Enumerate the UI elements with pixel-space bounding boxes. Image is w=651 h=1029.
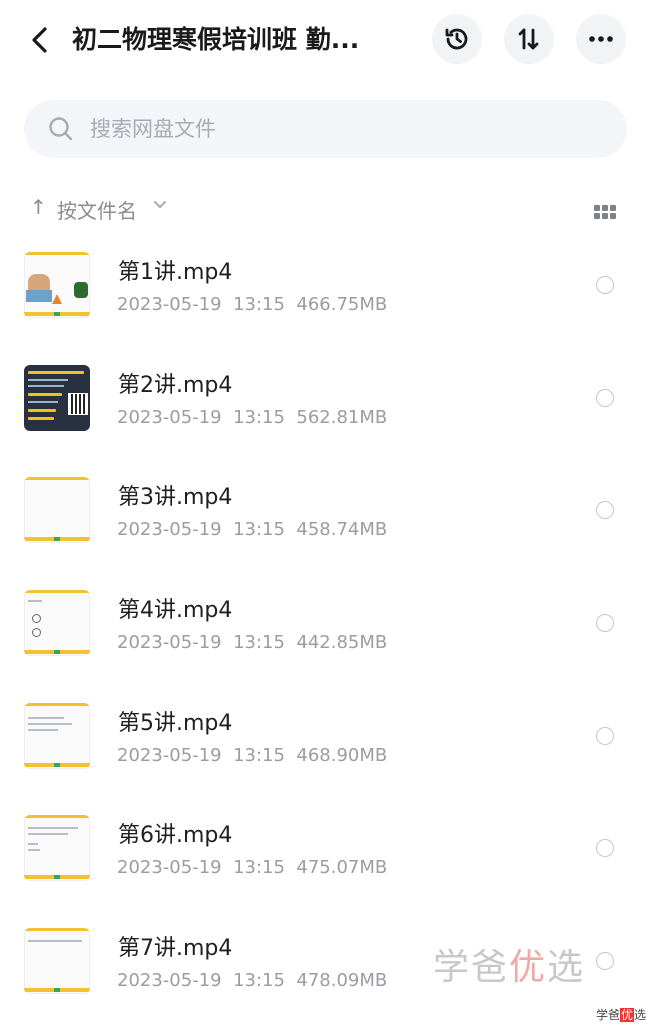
file-date: 2023-05-19 — [117, 406, 222, 428]
file-name: 第6讲.mp4 — [118, 823, 233, 849]
video-thumbnail — [24, 590, 90, 657]
file-size: 458.74MB — [296, 519, 388, 541]
file-row[interactable]: 第5讲.mp4 2023-05-19 13:15 468.90MB — [0, 691, 651, 804]
more-dots-icon — [589, 36, 613, 42]
file-time: 13:15 — [233, 406, 285, 428]
sort-updown-icon — [518, 28, 539, 50]
file-name: 第5讲.mp4 — [118, 710, 233, 736]
file-name: 第1讲.mp4 — [118, 260, 233, 285]
file-meta: 2023-05-19 13:15 466.75MB — [117, 294, 387, 315]
history-clock-icon — [445, 28, 468, 50]
file-date: 2023-05-19 — [117, 970, 222, 992]
file-time: 13:15 — [233, 519, 285, 541]
file-row[interactable]: 第6讲.mp4 2023-05-19 13:15 475.07MB — [0, 803, 651, 916]
file-date: 2023-05-19 — [117, 519, 222, 541]
chevron-down-icon[interactable] — [153, 198, 167, 212]
file-time: 13:15 — [233, 632, 285, 654]
top-bar: 初二物理寒假培训班 勤... — [0, 0, 651, 80]
select-checkbox[interactable] — [596, 501, 614, 520]
file-time: 13:15 — [233, 744, 285, 766]
chevron-left-icon — [32, 27, 47, 53]
file-time: 13:15 — [233, 294, 285, 315]
file-meta: 2023-05-19 13:15 478.09MB — [117, 970, 387, 991]
file-date: 2023-05-19 — [117, 632, 222, 654]
select-checkbox[interactable] — [596, 388, 614, 407]
video-thumbnail — [24, 477, 90, 544]
video-thumbnail — [24, 815, 90, 882]
file-time: 13:15 — [233, 857, 285, 879]
file-date: 2023-05-19 — [117, 744, 222, 766]
folder-title: 初二物理寒假培训班 勤... — [72, 25, 360, 54]
select-checkbox[interactable] — [596, 726, 614, 745]
file-meta: 2023-05-19 13:15 475.07MB — [117, 857, 387, 878]
sort-label[interactable]: 按文件名 — [57, 195, 137, 224]
file-meta: 2023-05-19 13:15 468.90MB — [117, 745, 387, 766]
video-thumbnail — [24, 928, 90, 995]
file-name: 第3讲.mp4 — [118, 485, 233, 511]
watermark-small: 学爸优选 — [596, 1008, 647, 1022]
file-meta: 2023-05-19 13:15 458.74MB — [117, 519, 387, 540]
video-thumbnail — [24, 702, 90, 769]
search-icon — [48, 116, 74, 142]
select-checkbox[interactable] — [596, 839, 614, 858]
file-row[interactable]: 第4讲.mp4 2023-05-19 13:15 442.85MB — [0, 578, 651, 691]
file-size: 478.09MB — [296, 970, 388, 992]
back-button[interactable] — [22, 22, 58, 58]
select-checkbox[interactable] — [596, 614, 614, 633]
file-row[interactable]: 第2讲.mp4 2023-05-19 13:15 562.81MB — [0, 353, 651, 466]
file-meta: 2023-05-19 13:15 442.85MB — [117, 632, 387, 653]
sort-button[interactable] — [504, 14, 554, 64]
file-size: 442.85MB — [296, 632, 388, 654]
file-time: 13:15 — [233, 970, 285, 992]
search-input[interactable] — [88, 116, 572, 142]
history-button[interactable] — [432, 14, 482, 64]
file-meta: 2023-05-19 13:15 562.81MB — [117, 407, 387, 428]
more-button[interactable] — [576, 14, 626, 64]
grid-view-icon[interactable] — [594, 205, 616, 219]
file-size: 466.75MB — [296, 294, 388, 315]
file-row[interactable]: 第1讲.mp4 2023-05-19 13:15 466.75MB — [0, 240, 651, 353]
file-name: 第7讲.mp4 — [118, 936, 233, 962]
select-checkbox[interactable] — [596, 952, 614, 971]
file-date: 2023-05-19 — [117, 857, 222, 879]
file-date: 2023-05-19 — [117, 294, 222, 315]
file-list: 第1讲.mp4 2023-05-19 13:15 466.75MB 第2讲.mp… — [0, 240, 651, 1029]
select-checkbox[interactable] — [596, 276, 614, 294]
file-row[interactable]: 第3讲.mp4 2023-05-19 13:15 458.74MB — [0, 465, 651, 578]
file-size: 475.07MB — [296, 857, 388, 879]
file-size: 468.90MB — [296, 744, 388, 766]
sort-direction-icon[interactable]: ↑ — [30, 195, 47, 219]
search-bar[interactable] — [24, 100, 627, 158]
video-thumbnail — [24, 252, 90, 318]
file-name: 第2讲.mp4 — [118, 372, 233, 398]
file-name: 第4讲.mp4 — [118, 598, 233, 624]
video-thumbnail — [24, 364, 90, 431]
watermark: 学爸优选 — [433, 947, 586, 988]
sort-bar[interactable]: ↑ 按文件名 — [0, 190, 651, 230]
file-size: 562.81MB — [296, 406, 388, 428]
